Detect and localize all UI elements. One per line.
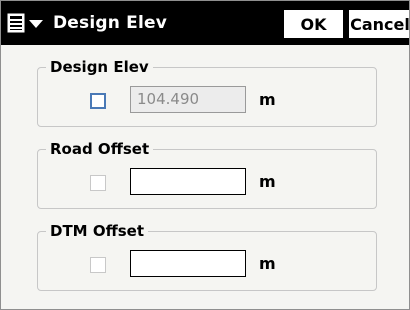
cancel-button[interactable]: Cancel xyxy=(348,9,409,39)
road-offset-group: Road Offset m xyxy=(37,140,377,209)
design-elev-checkbox[interactable] xyxy=(90,93,106,109)
ok-button[interactable]: OK xyxy=(283,9,344,39)
design-elev-field: 104.490 xyxy=(130,86,246,113)
window-title: Design Elev xyxy=(53,13,168,33)
road-offset-unit: m xyxy=(259,172,276,191)
design-elev-dialog: Design Elev OK Cancel Design Elev 104.49… xyxy=(0,0,410,310)
dtm-offset-group-label: DTM Offset xyxy=(46,222,149,240)
road-offset-field[interactable] xyxy=(130,168,246,195)
dtm-offset-field[interactable] xyxy=(130,250,246,277)
menu-button[interactable] xyxy=(7,9,53,37)
document-menu-icon xyxy=(7,13,25,33)
dtm-offset-checkbox[interactable] xyxy=(90,257,106,273)
dtm-offset-group: DTM Offset m xyxy=(37,222,377,291)
design-elev-group: Design Elev 104.490 m xyxy=(37,58,377,127)
title-bar: Design Elev OK Cancel xyxy=(1,1,409,45)
chevron-down-icon xyxy=(29,20,43,28)
road-offset-group-label: Road Offset xyxy=(46,140,154,158)
design-elev-group-label: Design Elev xyxy=(46,58,153,76)
road-offset-checkbox[interactable] xyxy=(90,175,106,191)
dtm-offset-unit: m xyxy=(259,254,276,273)
design-elev-unit: m xyxy=(259,90,276,109)
